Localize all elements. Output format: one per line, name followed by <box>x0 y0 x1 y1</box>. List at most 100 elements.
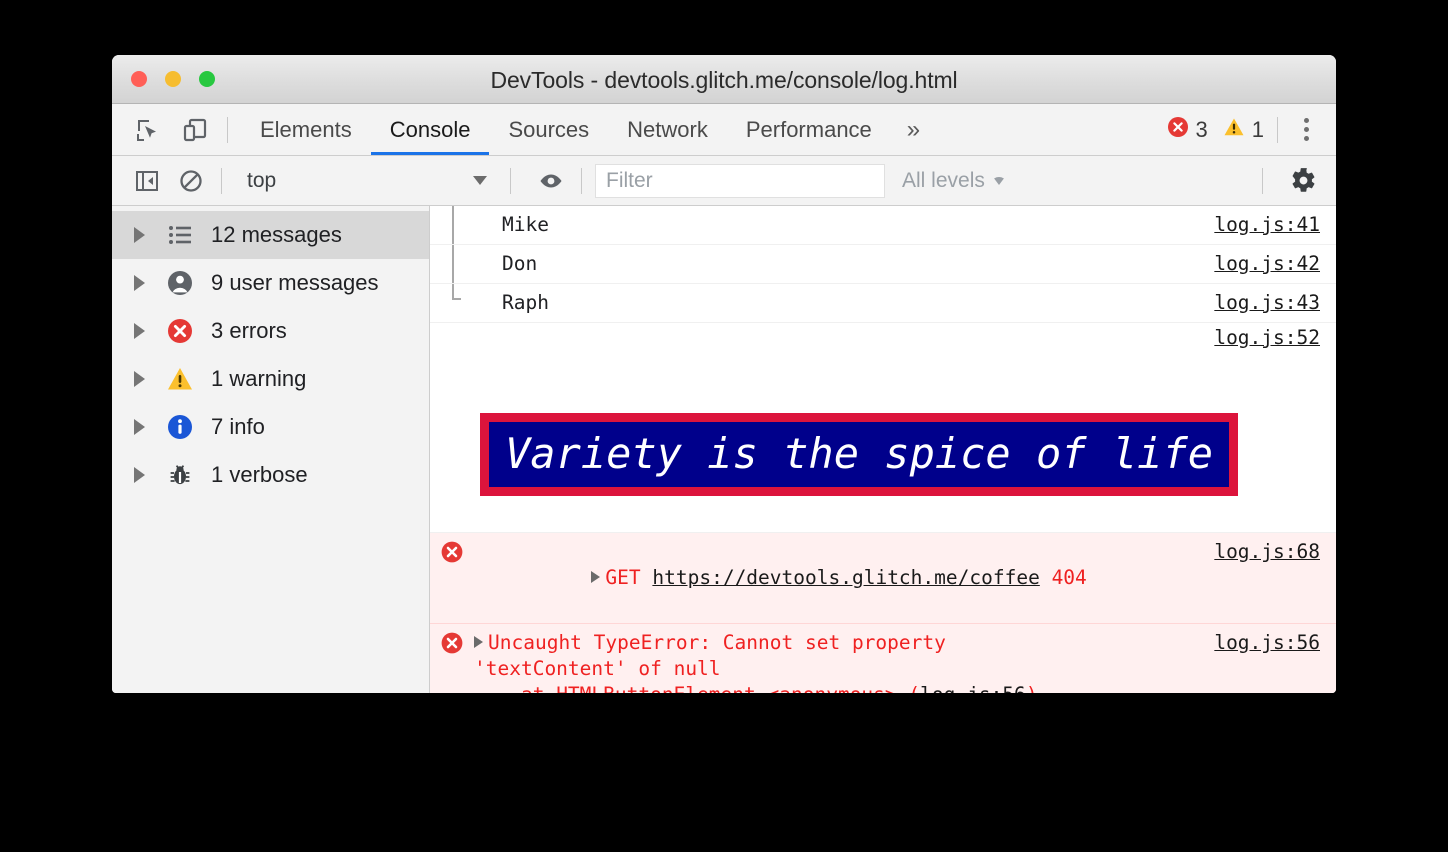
error-line-2: 'textContent' of null <box>474 657 721 681</box>
message-gutter <box>430 325 474 326</box>
log-level-selector[interactable]: All levels <box>902 169 1005 193</box>
message-source-link[interactable]: log.js:41 <box>1204 212 1336 238</box>
clear-console-icon[interactable] <box>174 164 208 198</box>
tab-performance[interactable]: Performance <box>727 104 891 155</box>
stack-frame-link[interactable]: log.js:56 <box>920 683 1026 693</box>
sidebar-item-label: 1 warning <box>211 366 307 391</box>
error-icon <box>1167 116 1189 144</box>
http-method: GET <box>605 566 641 590</box>
message-gutter <box>430 290 474 291</box>
chevron-right-icon[interactable] <box>134 419 145 435</box>
filterbar-divider-4 <box>1262 167 1263 194</box>
console-message-log[interactable]: Mike log.js:41 <box>430 206 1336 245</box>
window-title: DevTools - devtools.glitch.me/console/lo… <box>490 67 958 93</box>
console-message-list[interactable]: Mike log.js:41 Don log.js:42 Raph log.js… <box>430 206 1336 693</box>
live-expression-eye-icon[interactable] <box>534 164 568 198</box>
styled-message-text: Variety is the spice of life <box>480 413 1239 497</box>
settings-gear-icon[interactable] <box>1286 164 1320 198</box>
sidebar-item-label: 7 info <box>211 414 265 439</box>
tab-elements[interactable]: Elements <box>241 104 371 155</box>
sidebar-item-label: 9 user messages <box>211 270 379 295</box>
tab-network[interactable]: Network <box>608 104 727 155</box>
error-stack-prefix: at HTMLButtonElement.<anonymous> ( <box>474 683 920 693</box>
tab-label: Sources <box>508 116 590 142</box>
sidebar-item-errors[interactable]: 3 errors <box>112 307 429 355</box>
console-filter-toolbar: top Filter All levels <box>112 156 1336 206</box>
execution-context-label: top <box>247 168 277 192</box>
sidebar-item-label: 12 messages <box>211 222 342 247</box>
toolbar-divider <box>227 116 228 143</box>
sidebar-item-user-messages[interactable]: 9 user messages <box>112 259 429 307</box>
message-gutter <box>430 251 474 252</box>
warning-count-label: 1 <box>1251 116 1264 142</box>
message-source-link[interactable]: log.js:43 <box>1204 290 1336 316</box>
error-icon <box>430 630 474 655</box>
error-line-1: Uncaught TypeError: Cannot set property <box>488 631 946 655</box>
kebab-menu-icon[interactable] <box>1291 110 1322 149</box>
warning-icon <box>165 365 195 393</box>
console-message-type-error[interactable]: Uncaught TypeError: Cannot set property … <box>430 624 1336 693</box>
execution-context-selector[interactable]: top <box>235 164 497 198</box>
filterbar-divider-1 <box>221 167 222 194</box>
console-sidebar: 12 messages 9 user messages 3 errors 1 w… <box>112 206 430 693</box>
chevron-down-icon <box>473 176 487 185</box>
message-source-link[interactable]: log.js:68 <box>1204 539 1336 565</box>
sidebar-item-warnings[interactable]: 1 warning <box>112 355 429 403</box>
http-status: 404 <box>1051 566 1087 590</box>
console-message-log[interactable]: Don log.js:42 <box>430 245 1336 284</box>
request-url-link[interactable]: https://devtools.glitch.me/coffee <box>652 566 1039 589</box>
console-message-empty[interactable]: log.js:52 <box>430 323 1336 353</box>
tab-console[interactable]: Console <box>370 104 490 155</box>
tab-label: Network <box>627 116 708 142</box>
warning-count-badge[interactable]: 1 <box>1223 116 1264 144</box>
more-tabs-button[interactable]: » <box>891 104 936 155</box>
tab-label: Performance <box>745 116 872 142</box>
log-level-label: All levels <box>902 168 985 192</box>
sidebar-item-label: 3 errors <box>211 318 287 343</box>
sidebar-item-info[interactable]: 7 info <box>112 403 429 451</box>
chevron-right-icon[interactable] <box>134 467 145 483</box>
tabbar-divider <box>1277 116 1278 143</box>
styled-message-body: Variety is the spice of life <box>474 361 1336 522</box>
sidebar-item-messages[interactable]: 12 messages <box>112 211 429 259</box>
show-console-sidebar-icon[interactable] <box>130 164 164 198</box>
tab-sources[interactable]: Sources <box>489 104 608 155</box>
console-message-network-error[interactable]: GET https://devtools.glitch.me/coffee 40… <box>430 533 1336 625</box>
tabbar-right-group: 3 1 <box>1167 110 1337 149</box>
devtools-window: DevTools - devtools.glitch.me/console/lo… <box>112 55 1336 693</box>
info-icon <box>165 413 195 441</box>
chevron-down-icon <box>992 176 1005 185</box>
filter-input[interactable]: Filter <box>595 163 885 198</box>
expand-arrow-icon[interactable] <box>591 571 601 584</box>
message-source-link[interactable]: log.js:52 <box>1204 325 1336 351</box>
sidebar-item-verbose[interactable]: 1 verbose <box>112 451 429 499</box>
warning-icon <box>1223 116 1245 144</box>
message-text: Raph <box>502 291 549 314</box>
sidebar-item-label: 1 verbose <box>211 462 308 487</box>
filterbar-right-group <box>1249 164 1336 198</box>
inspect-element-icon[interactable] <box>129 111 167 149</box>
console-message-styled[interactable]: Variety is the spice of life <box>430 353 1336 534</box>
chevron-right-icon[interactable] <box>134 275 145 291</box>
filterbar-divider-2 <box>510 167 511 194</box>
message-source-link[interactable]: log.js:56 <box>1204 630 1336 656</box>
window-titlebar: DevTools - devtools.glitch.me/console/lo… <box>112 55 1336 104</box>
chevron-right-icon[interactable] <box>134 323 145 339</box>
tab-label: Console <box>389 116 471 142</box>
person-icon <box>165 269 195 297</box>
error-count-badge[interactable]: 3 <box>1167 116 1208 144</box>
message-gutter <box>430 361 474 362</box>
message-source-link[interactable]: log.js:42 <box>1204 251 1336 277</box>
error-icon <box>430 539 474 564</box>
expand-arrow-icon[interactable] <box>474 636 483 649</box>
message-text: Uncaught TypeError: Cannot set property … <box>474 630 1204 693</box>
chevron-right-icon[interactable] <box>134 227 145 243</box>
message-text: GET https://devtools.glitch.me/coffee 40… <box>474 539 1204 617</box>
error-icon <box>165 317 195 345</box>
chevron-right-icon[interactable] <box>134 371 145 387</box>
chevron-double-right-icon: » <box>906 115 921 143</box>
console-message-log[interactable]: Raph log.js:43 <box>430 284 1336 323</box>
tab-label: Elements <box>260 116 352 142</box>
device-toolbar-icon[interactable] <box>176 111 214 149</box>
error-stack-suffix: ) <box>1026 683 1038 693</box>
